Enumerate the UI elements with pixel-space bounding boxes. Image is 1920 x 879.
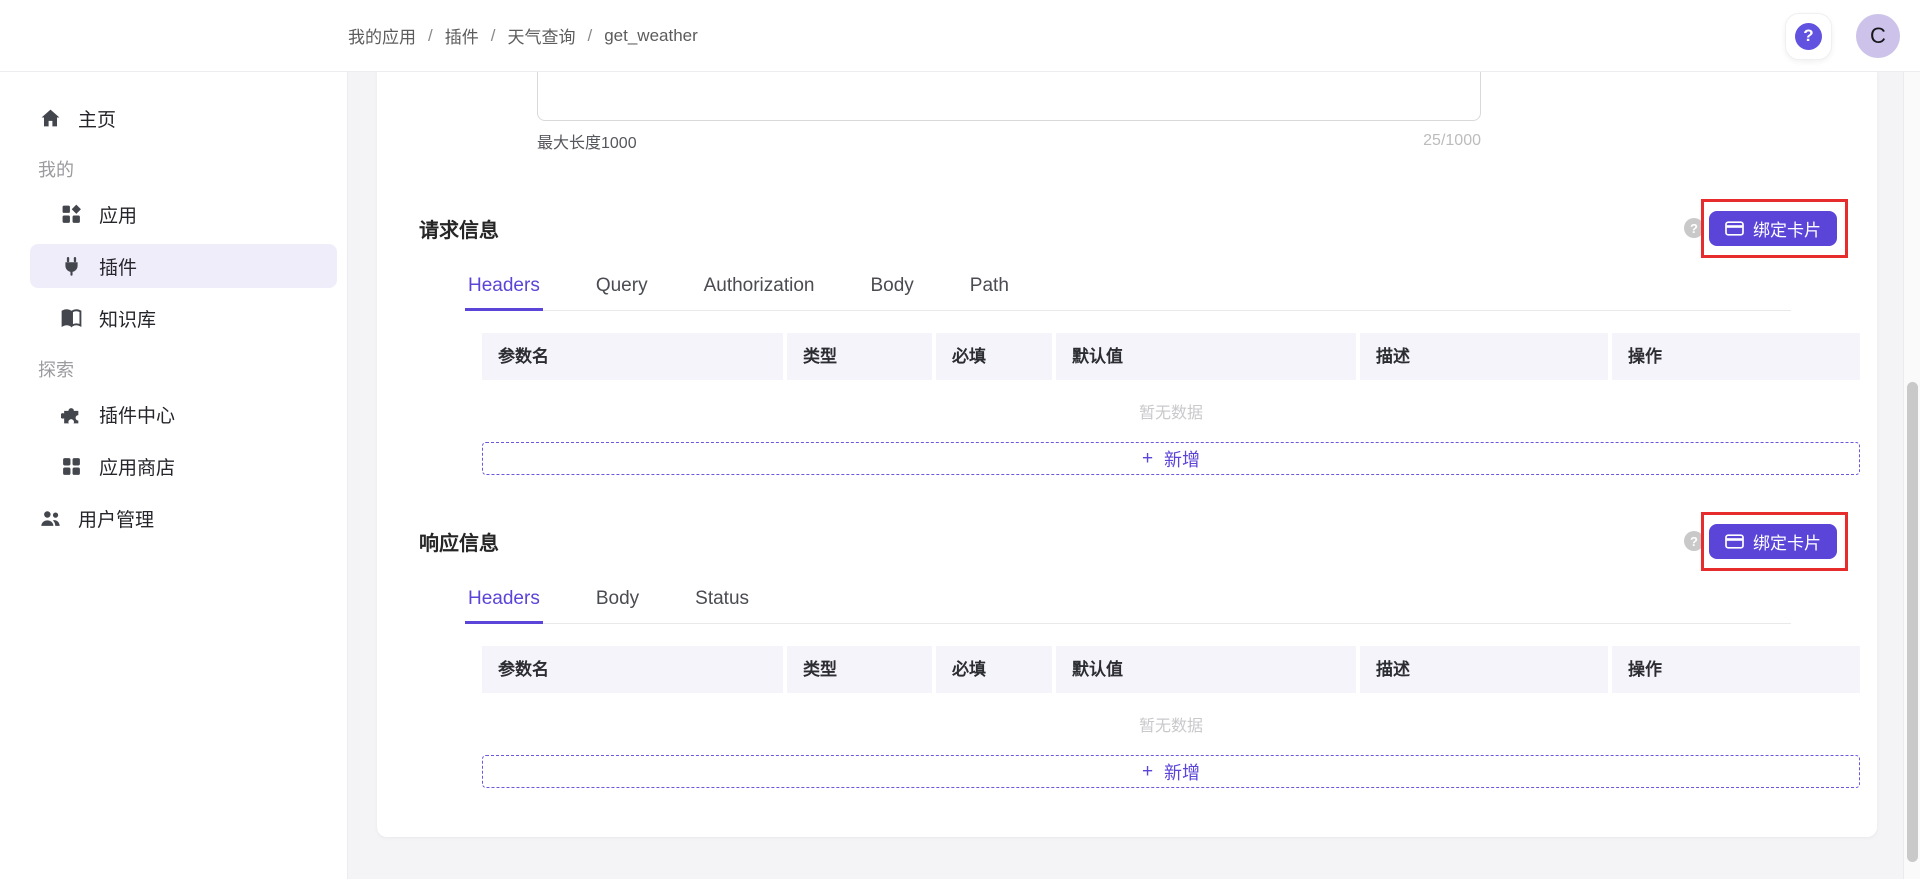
column-type: 类型 [787,333,932,380]
tab-path[interactable]: Path [967,266,1012,311]
column-param-name: 参数名 [482,333,783,380]
column-type: 类型 [787,646,932,693]
response-add-button[interactable]: + 新增 [482,755,1860,788]
apps-icon [61,204,82,225]
request-header-actions: ? 绑定卡片 [1684,199,1848,258]
sidebar-item-label: 插件 [99,253,137,280]
card-icon [1725,221,1744,236]
breadcrumb-weather-query[interactable]: 天气查询 [507,23,575,48]
response-empty-state: 暂无数据 [482,693,1860,755]
response-tabs: Headers Body Status [465,579,1791,624]
char-counter: 25/1000 [1423,132,1481,150]
sidebar-section-my: 我的 [38,154,347,184]
add-label: 新增 [1164,446,1200,472]
avatar[interactable]: C [1856,14,1900,58]
description-textarea[interactable] [537,72,1481,121]
plug-icon [61,256,82,277]
response-header-actions: ? 绑定卡片 [1684,512,1848,571]
sidebar-item-label: 知识库 [99,305,156,332]
annotation-box: 绑定卡片 [1701,199,1848,258]
help-button[interactable]: ? [1785,13,1832,60]
bind-card-button-response[interactable]: 绑定卡片 [1709,524,1837,559]
tab-body[interactable]: Body [867,266,916,311]
sidebar-item-app-store[interactable]: 应用商店 [30,444,337,488]
max-length-hint: 最大长度1000 [537,129,637,153]
request-table-header: 参数名 类型 必填 默认值 描述 操作 [482,333,1860,380]
column-description: 描述 [1360,646,1608,693]
puzzle-icon [61,404,82,425]
tab-body-response[interactable]: Body [593,579,642,624]
bind-card-label: 绑定卡片 [1753,216,1821,241]
tab-headers[interactable]: Headers [465,266,543,311]
column-actions: 操作 [1612,333,1860,380]
request-tabs: Headers Query Authorization Body Path [465,266,1791,311]
scrollbar-thumb[interactable] [1907,382,1918,862]
sidebar-item-plugins[interactable]: 插件 [30,244,337,288]
scrollbar-track[interactable] [1903,72,1920,879]
question-icon: ? [1795,23,1822,50]
tab-status-response[interactable]: Status [692,579,752,624]
annotation-box: 绑定卡片 [1701,512,1848,571]
request-section: 请求信息 ? 绑定卡片 Headers Query Authorization … [377,197,1877,475]
response-table: 参数名 类型 必填 默认值 描述 操作 暂无数据 + 新增 [482,646,1860,788]
tab-authorization[interactable]: Authorization [701,266,818,311]
users-icon [40,508,61,529]
response-title: 响应信息 [419,527,499,556]
sidebar-item-plugin-center[interactable]: 插件中心 [30,392,337,436]
sidebar-item-label: 用户管理 [78,505,154,532]
column-actions: 操作 [1612,646,1860,693]
column-description: 描述 [1360,333,1608,380]
breadcrumb-my-apps[interactable]: 我的应用 [348,23,416,48]
sidebar: 主页 我的 应用 插件 知识库 探索 插件中心 [0,72,348,879]
breadcrumb-get-weather: get_weather [604,26,698,46]
column-default: 默认值 [1056,333,1356,380]
sidebar-item-label: 应用商店 [99,453,175,480]
request-empty-state: 暂无数据 [482,380,1860,442]
grid-icon [61,456,82,477]
sidebar-item-label: 主页 [78,105,116,132]
column-required: 必填 [936,646,1052,693]
request-section-header: 请求信息 ? 绑定卡片 [419,197,1848,259]
sidebar-item-knowledge[interactable]: 知识库 [30,296,337,340]
sidebar-section-explore: 探索 [38,354,347,384]
response-table-header: 参数名 类型 必填 默认值 描述 操作 [482,646,1860,693]
bind-card-button-request[interactable]: 绑定卡片 [1709,211,1837,246]
plus-icon: + [1142,762,1153,781]
sidebar-item-label: 插件中心 [99,401,175,428]
add-label: 新增 [1164,759,1200,785]
column-param-name: 参数名 [482,646,783,693]
column-default: 默认值 [1056,646,1356,693]
breadcrumb: 我的应用 / 插件 / 天气查询 / get_weather [348,23,698,48]
tab-query[interactable]: Query [593,266,651,311]
home-icon [40,108,61,129]
breadcrumb-separator: / [428,26,433,46]
bind-card-label: 绑定卡片 [1753,529,1821,554]
topbar-actions: ? C [1785,0,1900,72]
book-icon [61,308,82,329]
sidebar-item-user-management[interactable]: 用户管理 [30,496,337,540]
plus-icon: + [1142,449,1153,468]
request-title: 请求信息 [419,214,499,243]
textarea-hint-row: 最大长度1000 25/1000 [537,129,1481,153]
request-table: 参数名 类型 必填 默认值 描述 操作 暂无数据 + 新增 [482,333,1860,475]
breadcrumb-separator: / [587,26,592,46]
response-section: 响应信息 ? 绑定卡片 Headers Body Status [377,510,1877,788]
request-add-button[interactable]: + 新增 [482,442,1860,475]
sidebar-item-apps[interactable]: 应用 [30,192,337,236]
column-required: 必填 [936,333,1052,380]
sidebar-item-label: 应用 [99,201,137,228]
card-icon [1725,534,1744,549]
top-bar: 我的应用 / 插件 / 天气查询 / get_weather ? C [0,0,1920,72]
sidebar-item-home[interactable]: 主页 [30,96,337,140]
breadcrumb-separator: / [491,26,496,46]
tab-headers-response[interactable]: Headers [465,579,543,624]
main-panel: 最大长度1000 25/1000 请求信息 ? 绑定卡片 Header [377,72,1877,837]
response-section-header: 响应信息 ? 绑定卡片 [419,510,1848,572]
breadcrumb-plugins[interactable]: 插件 [445,23,479,48]
page: 我的应用 / 插件 / 天气查询 / get_weather ? C 主页 我的 [0,0,1920,879]
